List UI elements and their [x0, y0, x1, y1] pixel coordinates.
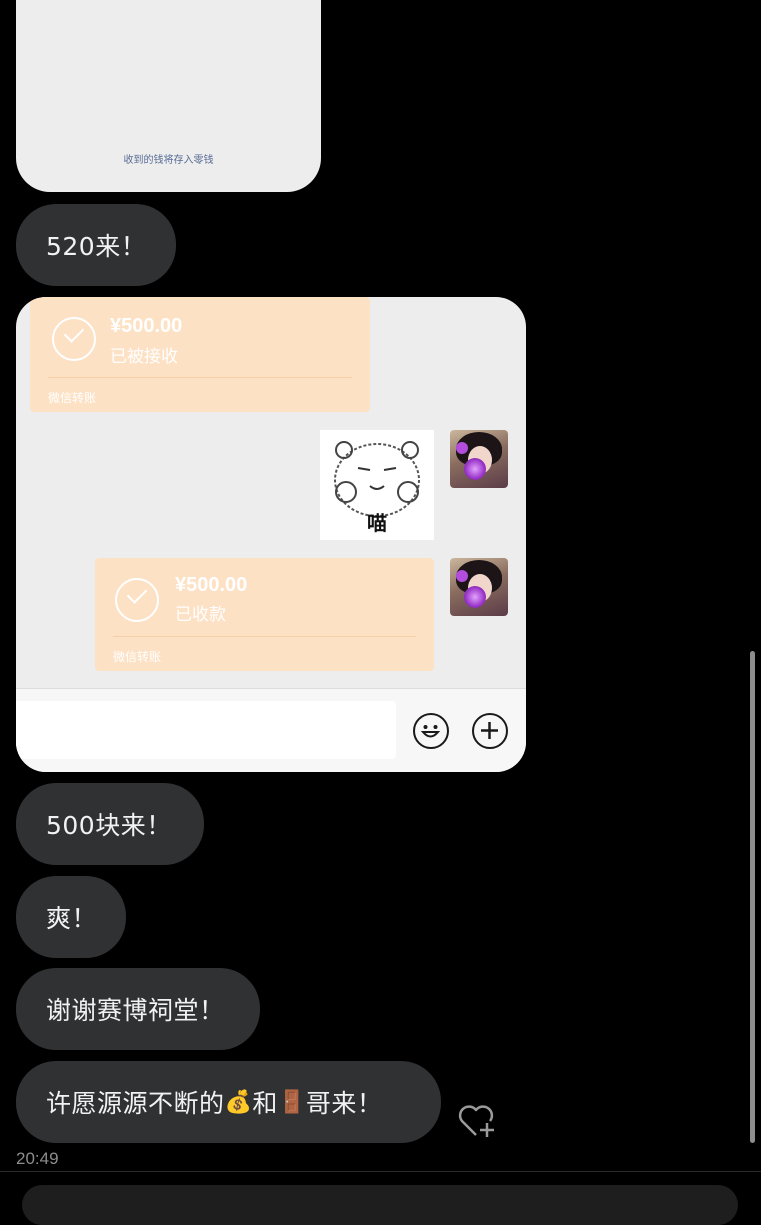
divider: [48, 377, 352, 378]
transfer-amount: ¥500.00: [175, 574, 248, 596]
plus-circle-icon[interactable]: [472, 713, 508, 749]
message-bubble[interactable]: 爽！: [16, 876, 126, 958]
message-text-part: 和: [252, 1089, 278, 1118]
check-circle-icon: [115, 578, 159, 622]
heart-plus-icon[interactable]: [456, 1101, 498, 1141]
transfer-label: 微信转账: [48, 391, 97, 405]
message-text-part: 许愿源源不断的: [46, 1089, 225, 1118]
change-note: 收到的钱将存入零钱: [123, 155, 214, 166]
avatar[interactable]: [450, 558, 508, 616]
message-text: 520来！: [46, 232, 147, 261]
message-text: 爽！: [46, 904, 98, 933]
transfer-label: 微信转账: [113, 650, 162, 664]
screenshot-card-top[interactable]: 收到的钱将存入零钱: [16, 0, 321, 192]
check-circle-icon: [52, 317, 96, 361]
transfer-status: 已收款: [175, 605, 226, 625]
message-bubble[interactable]: 谢谢赛博祠堂！: [16, 968, 260, 1050]
transfer-card-received[interactable]: ¥500.00 已被接收 微信转账: [30, 297, 370, 412]
transfer-card-collected[interactable]: ¥500.00 已收款 微信转账: [95, 558, 434, 671]
scrollbar[interactable]: [750, 651, 755, 1143]
chat-input-bar: [16, 688, 526, 772]
transfer-status: 已被接收: [110, 347, 178, 367]
divider: [113, 636, 416, 637]
bottom-input-bar[interactable]: [22, 1185, 738, 1225]
sticker-image[interactable]: 喵: [320, 430, 434, 540]
screenshot-card-chat[interactable]: ¥500.00 已被接收 微信转账 喵 ¥500.00 已收款 微信转账: [16, 297, 526, 772]
message-bubble[interactable]: 许愿源源不断的 💰 和 🚪 哥来！: [16, 1061, 441, 1143]
message-text-part: 哥来！: [305, 1089, 383, 1118]
timestamp: 20:49: [16, 1149, 59, 1168]
money-bag-icon: 💰: [224, 1089, 253, 1115]
transfer-amount: ¥500.00: [110, 315, 183, 337]
smile-icon[interactable]: [413, 713, 449, 749]
message-bubble[interactable]: 500块来！: [16, 783, 204, 865]
message-text: 500块来！: [46, 811, 172, 840]
avatar[interactable]: [450, 430, 508, 488]
divider: [0, 1171, 761, 1172]
sticker-caption: 喵: [367, 511, 387, 535]
door-icon: 🚪: [277, 1089, 306, 1115]
message-input[interactable]: [16, 701, 396, 759]
message-text: 谢谢赛博祠堂！: [46, 996, 225, 1025]
message-bubble[interactable]: 520来！: [16, 204, 176, 286]
